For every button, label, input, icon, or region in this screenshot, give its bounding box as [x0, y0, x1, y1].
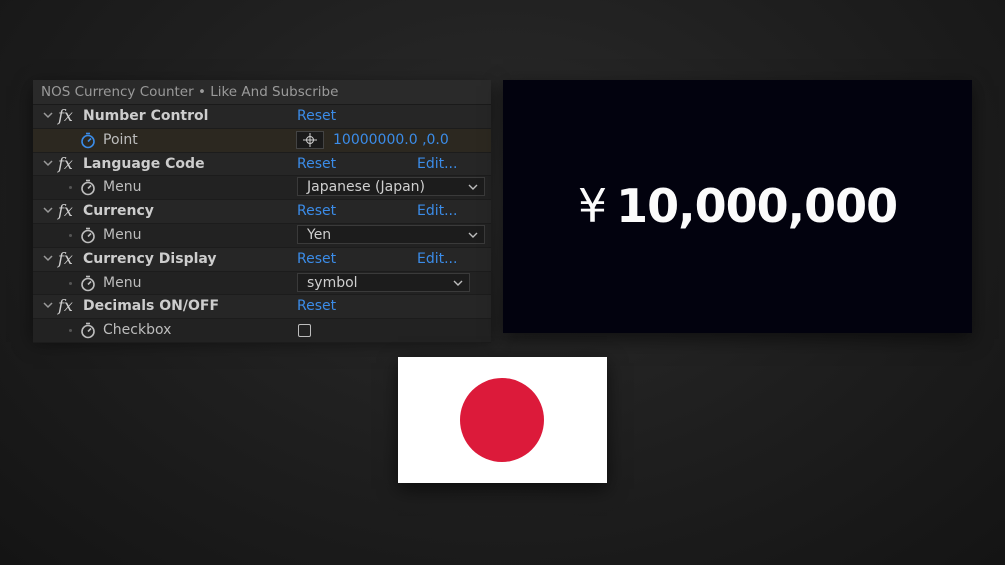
crosshair-icon	[303, 132, 317, 147]
effect-name: Language Code	[83, 155, 205, 172]
effect-row-number-control[interactable]: fx Number Control Reset	[33, 105, 491, 129]
fx-icon: fx	[58, 248, 73, 268]
dropdown-value: symbol	[307, 274, 358, 291]
effect-name: Currency	[83, 203, 154, 220]
property-row-checkbox: Checkbox	[33, 319, 491, 343]
reset-button[interactable]: Reset	[297, 105, 336, 127]
fx-icon: fx	[58, 153, 73, 173]
dropdown-value: Yen	[307, 226, 332, 243]
point-value[interactable]: 10000000.0 ,0.0	[333, 129, 449, 151]
chevron-down-icon[interactable]	[42, 204, 54, 216]
chevron-down-icon	[453, 280, 463, 286]
currency-display-dropdown[interactable]: symbol	[297, 272, 470, 292]
property-name: Menu	[103, 226, 142, 243]
currency-dropdown[interactable]: Yen	[297, 224, 485, 244]
reset-button[interactable]: Reset	[297, 153, 336, 175]
point-picker-button[interactable]	[296, 130, 324, 149]
effect-row-currency-display[interactable]: fx Currency Display Reset Edit...	[33, 247, 491, 272]
effect-controls-panel: NOS Currency Counter • Like And Subscrib…	[33, 80, 491, 343]
chevron-down-icon[interactable]	[42, 299, 54, 311]
property-row-menu: Menu Japanese (Japan)	[33, 176, 491, 201]
stopwatch-icon[interactable]	[80, 322, 96, 339]
chevron-down-icon[interactable]	[42, 157, 54, 169]
stopwatch-icon[interactable]	[80, 275, 96, 292]
property-name: Menu	[103, 179, 142, 196]
currency-symbol: ¥	[577, 179, 607, 233]
stopwatch-icon[interactable]	[80, 132, 96, 149]
effect-name: Currency Display	[83, 250, 217, 267]
tree-dot	[69, 186, 72, 190]
effect-row-decimals[interactable]: fx Decimals ON/OFF Reset	[33, 295, 491, 320]
flag-red-disc	[460, 378, 544, 462]
currency-amount-display: ¥10,000,000	[503, 176, 972, 236]
decimals-checkbox[interactable]	[298, 324, 311, 338]
property-name: Point	[103, 131, 138, 148]
effect-row-currency[interactable]: fx Currency Reset Edit...	[33, 200, 491, 224]
effect-row-language-code[interactable]: fx Language Code Reset Edit...	[33, 152, 491, 177]
tree-dot	[69, 329, 72, 333]
tree-dot	[69, 281, 72, 285]
amount-value: 10,000,000	[616, 179, 898, 233]
chevron-down-icon	[468, 232, 478, 238]
property-row-menu: Menu Yen	[33, 223, 491, 248]
effect-name: Number Control	[83, 108, 209, 124]
fx-icon: fx	[58, 106, 73, 125]
fx-icon: fx	[58, 296, 73, 316]
panel-title: NOS Currency Counter • Like And Subscrib…	[33, 80, 491, 105]
edit-button[interactable]: Edit...	[417, 248, 457, 270]
property-name: Menu	[103, 274, 142, 291]
chevron-down-icon[interactable]	[42, 109, 54, 121]
fx-icon: fx	[58, 201, 73, 221]
property-name: Checkbox	[103, 322, 172, 339]
reset-button[interactable]: Reset	[297, 200, 336, 222]
property-row-point: Point 10000000.0 ,0.0	[33, 128, 491, 153]
edit-button[interactable]: Edit...	[417, 200, 457, 222]
language-dropdown[interactable]: Japanese (Japan)	[297, 177, 485, 197]
dropdown-value: Japanese (Japan)	[307, 179, 425, 196]
reset-button[interactable]: Reset	[297, 248, 336, 270]
edit-button[interactable]: Edit...	[417, 153, 457, 175]
japan-flag	[398, 357, 607, 483]
chevron-down-icon[interactable]	[42, 252, 54, 264]
chevron-down-icon	[468, 184, 478, 191]
stopwatch-icon[interactable]	[80, 179, 96, 196]
effect-name: Decimals ON/OFF	[83, 298, 220, 315]
reset-button[interactable]: Reset	[297, 295, 336, 317]
property-row-menu: Menu symbol	[33, 271, 491, 296]
composition-preview: ¥10,000,000	[503, 80, 972, 333]
stopwatch-icon[interactable]	[80, 227, 96, 244]
tree-dot	[69, 233, 72, 237]
